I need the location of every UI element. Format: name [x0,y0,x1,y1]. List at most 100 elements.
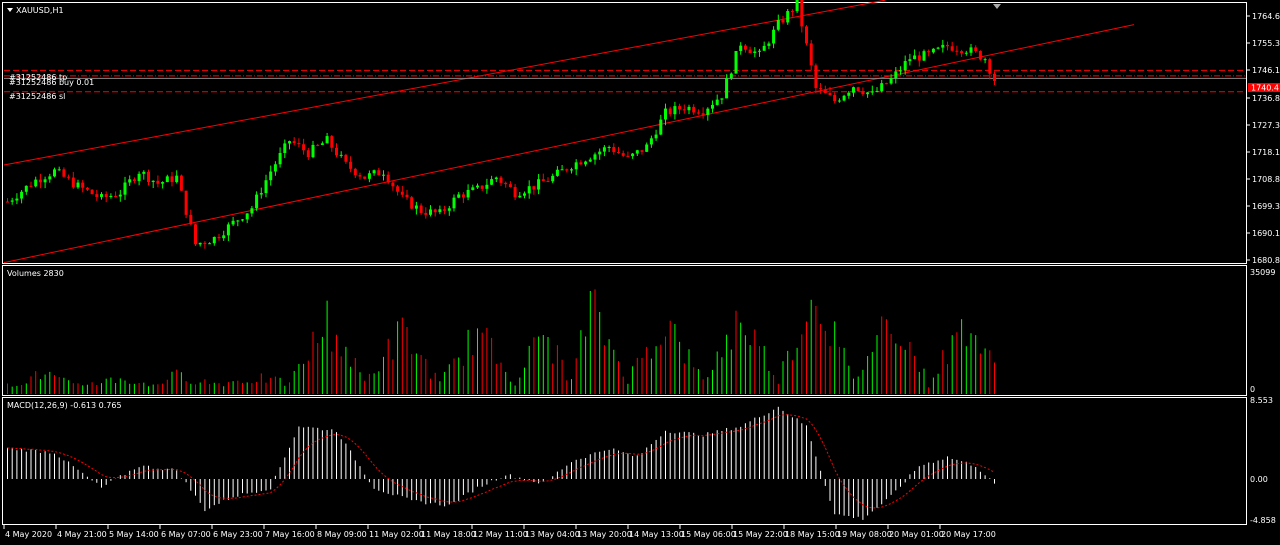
candle[interactable] [194,223,197,247]
candle[interactable] [34,176,38,188]
candle[interactable] [85,186,89,192]
candle[interactable] [936,46,940,50]
candle[interactable] [574,159,578,176]
candle[interactable] [701,107,705,119]
candle[interactable] [480,185,484,191]
candle[interactable] [499,176,503,187]
candle[interactable] [598,148,602,160]
candle[interactable] [946,41,949,51]
candle[interactable] [466,184,470,201]
candle[interactable] [269,165,273,186]
candle[interactable] [617,146,620,154]
candle[interactable] [156,175,160,188]
candle[interactable] [386,171,390,185]
candle[interactable] [485,178,489,194]
candle[interactable] [109,193,113,199]
candle[interactable] [10,197,14,205]
candle[interactable] [969,44,973,56]
candle[interactable] [142,170,146,180]
candle[interactable] [927,49,931,57]
candle[interactable] [931,48,935,54]
candle[interactable] [678,103,682,115]
candle[interactable] [241,218,244,222]
channel-upper-line[interactable] [3,0,885,166]
candle[interactable] [993,71,996,85]
candle[interactable] [226,222,230,242]
candle[interactable] [546,177,550,183]
candle[interactable] [758,48,761,57]
candle[interactable] [593,152,597,165]
candle[interactable] [654,129,658,141]
candle[interactable] [870,85,874,95]
candle[interactable] [852,86,855,97]
candle[interactable] [71,171,75,189]
candle[interactable] [382,170,385,181]
candle[interactable] [800,0,804,33]
candle[interactable] [767,41,771,49]
candle[interactable] [212,236,216,246]
candle[interactable] [504,181,508,188]
candle[interactable] [76,179,80,189]
candle[interactable] [640,150,644,155]
triangle-down-icon[interactable] [7,8,13,12]
candle[interactable] [508,181,512,188]
candle[interactable] [866,91,870,98]
candle[interactable] [400,185,404,198]
candle[interactable] [410,195,414,210]
candle[interactable] [132,177,136,184]
candle[interactable] [880,79,884,93]
candle[interactable] [217,234,221,241]
candle[interactable] [250,205,254,217]
candle[interactable] [175,170,179,184]
candle[interactable] [607,145,611,153]
candle[interactable] [62,167,66,178]
candle[interactable] [339,151,343,158]
candle[interactable] [922,49,926,61]
candle[interactable] [67,174,71,180]
candle[interactable] [81,180,85,193]
candle[interactable] [894,67,898,84]
candle[interactable] [602,145,606,157]
candle[interactable] [20,190,24,204]
candle[interactable] [649,135,653,148]
candle[interactable] [875,87,879,93]
candle[interactable] [786,8,790,25]
candle[interactable] [720,98,724,105]
candle[interactable] [913,49,917,60]
candle[interactable] [363,176,367,180]
candle[interactable] [748,46,752,54]
candle[interactable] [38,173,42,189]
candle[interactable] [955,45,959,56]
candle[interactable] [222,230,226,241]
candle[interactable] [772,26,776,49]
candle[interactable] [100,192,103,200]
candle[interactable] [297,138,301,148]
candle[interactable] [424,207,428,219]
candle[interactable] [419,203,423,215]
candle[interactable] [53,167,56,178]
candle[interactable] [664,103,667,126]
candle[interactable] [95,189,99,201]
candle[interactable] [762,41,766,51]
candle[interactable] [283,139,287,159]
candle[interactable] [264,174,268,198]
candle[interactable] [734,50,738,74]
candle[interactable] [184,190,188,219]
candle[interactable] [687,104,691,115]
candle[interactable] [635,149,639,157]
candle[interactable] [950,41,954,52]
candle[interactable] [960,49,964,57]
candle[interactable] [541,173,545,182]
candle[interactable] [612,143,616,155]
candle[interactable] [429,205,432,217]
candle[interactable] [490,175,494,186]
candle[interactable] [29,181,33,188]
candle[interactable] [668,106,672,117]
candle[interactable] [208,242,212,245]
candle[interactable] [170,172,174,187]
candle[interactable] [311,140,315,159]
candle[interactable] [983,57,987,64]
candle[interactable] [964,50,968,56]
candle[interactable] [884,82,888,85]
candle[interactable] [414,201,418,215]
